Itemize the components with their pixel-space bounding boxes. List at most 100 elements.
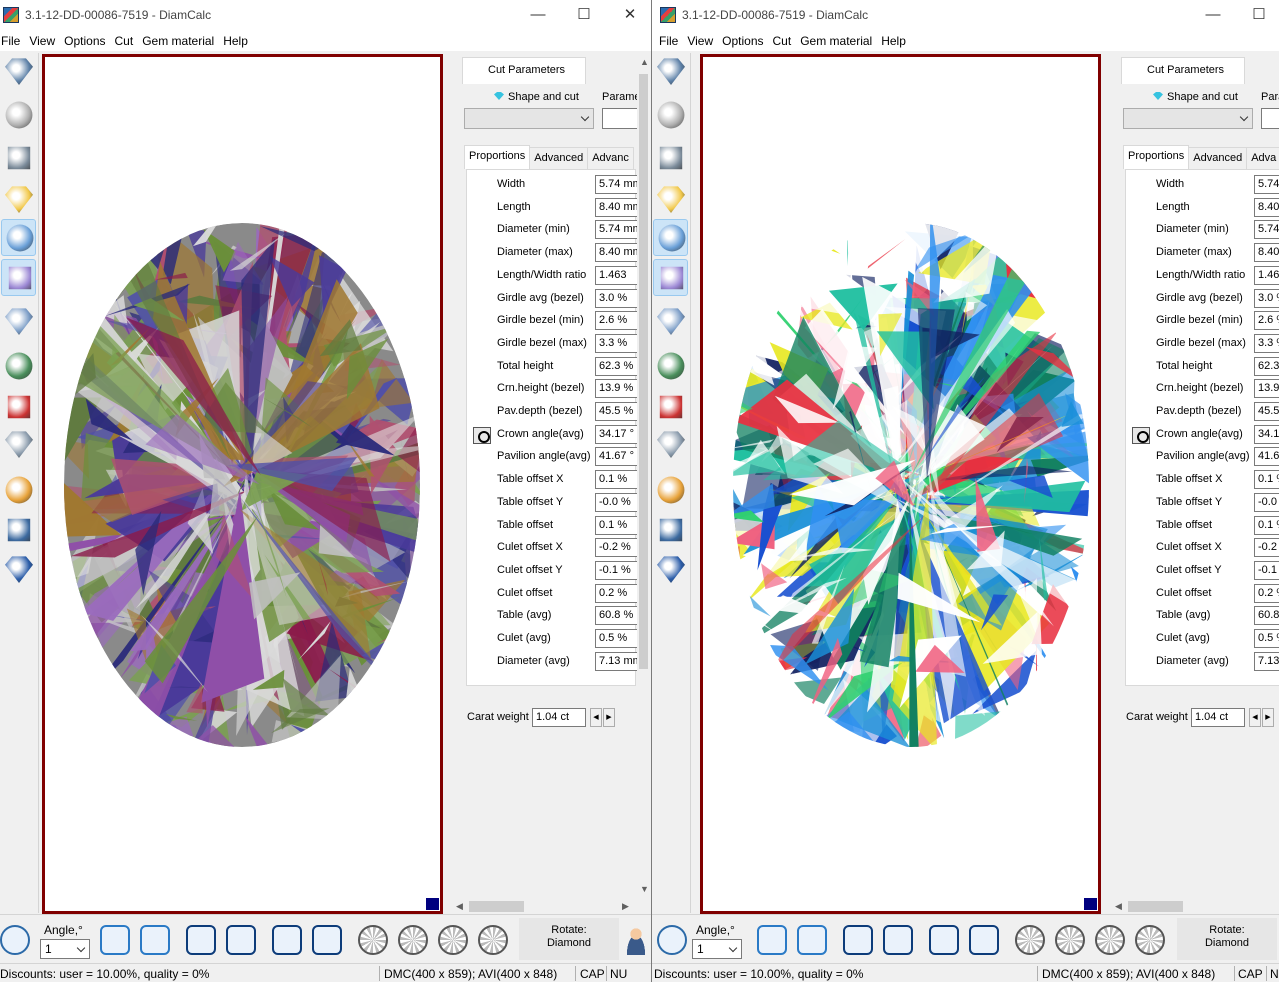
word-document-icon[interactable]	[1, 551, 36, 588]
shape-and-cut-select[interactable]	[1123, 108, 1253, 129]
proportion-value[interactable]: 7.13	[1254, 651, 1279, 671]
diamond-gray-icon[interactable]	[653, 97, 688, 134]
proportion-value[interactable]: 0.1 %	[1254, 515, 1279, 535]
menu-help[interactable]: Help	[879, 34, 913, 48]
angle-select[interactable]: 1	[692, 939, 742, 959]
rotate-ccw-icon[interactable]	[140, 925, 170, 955]
proportion-value[interactable]: -0.0 %	[595, 492, 643, 512]
vertical-scrollbar[interactable]: ▲ ▼	[637, 54, 650, 899]
proportion-value[interactable]: 8.40	[1254, 197, 1279, 217]
video-record-icon[interactable]	[653, 389, 688, 426]
rainbow-prism-icon[interactable]	[1, 259, 36, 296]
proportion-value[interactable]: 41.67	[1254, 447, 1279, 467]
zoom-icon[interactable]	[0, 925, 30, 955]
flip-vertical-icon[interactable]	[186, 925, 216, 955]
menu-file[interactable]: File	[657, 34, 685, 48]
proportion-value[interactable]: 13.9 %	[595, 379, 643, 399]
wireframe-view-icon[interactable]	[478, 925, 508, 955]
scroll-thumb[interactable]	[1128, 901, 1183, 912]
proportion-value[interactable]: 1.463	[595, 265, 643, 285]
open-folder-icon[interactable]	[653, 472, 688, 509]
menu-gem-material[interactable]: Gem material	[140, 34, 221, 48]
carat-spin-right[interactable]: ▶	[603, 708, 615, 727]
minimize-button[interactable]: —	[515, 0, 561, 30]
side-view-icon[interactable]	[398, 925, 428, 955]
flip-vertical-2-icon[interactable]	[226, 925, 256, 955]
carat-weight-field[interactable]: 1.04 ct	[1191, 708, 1245, 727]
rainbow-prism-icon[interactable]	[653, 259, 688, 296]
angle-select[interactable]: 1	[40, 939, 90, 959]
proportion-value[interactable]: 2.6 %	[595, 311, 643, 331]
flip-horizontal-2-icon[interactable]	[312, 925, 342, 955]
user-icon[interactable]	[622, 925, 650, 955]
menu-cut[interactable]: Cut	[771, 34, 799, 48]
proportion-value[interactable]: 0.1 %	[1254, 470, 1279, 490]
parameters-select[interactable]	[602, 108, 642, 129]
light-bulb-icon[interactable]	[653, 181, 688, 218]
diamond-view[interactable]	[42, 54, 443, 914]
bottom-view-icon[interactable]	[438, 925, 468, 955]
menu-options[interactable]: Options	[62, 34, 112, 48]
menu-view[interactable]: View	[27, 34, 62, 48]
word-document-icon[interactable]	[653, 551, 688, 588]
scroll-thumb[interactable]	[469, 901, 524, 912]
proportion-value[interactable]: 34.17 °	[595, 424, 643, 444]
flip-vertical-2-icon[interactable]	[883, 925, 913, 955]
flip-vertical-icon[interactable]	[843, 925, 873, 955]
tab-advanced[interactable]: Advanced	[1188, 147, 1248, 169]
proportion-value[interactable]: 45.5 %	[595, 402, 643, 421]
proportion-value[interactable]: 41.67 °	[595, 447, 643, 467]
paint-bucket-icon[interactable]	[1, 140, 36, 177]
proportion-value[interactable]: 0.1 %	[595, 470, 643, 490]
save-disk-icon[interactable]	[653, 512, 688, 549]
proportion-value[interactable]: 62.3 %	[595, 356, 643, 376]
video-play-icon[interactable]	[653, 348, 688, 385]
lock-icon[interactable]	[473, 426, 491, 444]
horizontal-scrollbar[interactable]: ◀ ▶	[452, 899, 637, 914]
proportion-value[interactable]: 3.3 %	[595, 333, 643, 353]
proportion-value[interactable]: 45.5	[1254, 402, 1279, 421]
rotate-cw-icon[interactable]	[100, 925, 130, 955]
maximize-button[interactable]: ☐	[1236, 0, 1279, 30]
diamond-render-icon[interactable]	[1, 219, 36, 256]
diamond-gray-icon[interactable]	[1, 97, 36, 134]
menu-help[interactable]: Help	[221, 34, 255, 48]
proportion-value[interactable]: 0.2 %	[1254, 583, 1279, 603]
tab-proportions[interactable]: Proportions	[1123, 145, 1190, 169]
proportion-value[interactable]: 0.5 %	[595, 629, 643, 648]
proportion-value[interactable]: 3.0 %	[1254, 288, 1279, 308]
lock-icon[interactable]	[1132, 426, 1150, 444]
tab-proportions[interactable]: Proportions	[464, 145, 531, 169]
proportion-value[interactable]: 8.40	[1254, 243, 1279, 263]
side-view-icon[interactable]	[1055, 925, 1085, 955]
diamond-image-icon[interactable]	[653, 303, 688, 340]
round-top-view-icon[interactable]	[1015, 925, 1045, 955]
proportion-value[interactable]: 1.463	[1254, 265, 1279, 285]
menu-gem-material[interactable]: Gem material	[798, 34, 879, 48]
video-play-icon[interactable]	[1, 348, 36, 385]
proportion-value[interactable]: 5.74 mm	[595, 220, 643, 240]
diamond-image-icon[interactable]	[1, 303, 36, 340]
proportion-value[interactable]: 8.40 mm	[595, 197, 643, 217]
horizontal-scrollbar[interactable]: ◀	[1111, 899, 1279, 914]
diamond-3d-icon[interactable]	[1, 426, 36, 463]
proportion-value[interactable]: 3.0 %	[595, 288, 643, 308]
proportion-value[interactable]: 5.74	[1254, 220, 1279, 240]
diamond-view[interactable]	[700, 54, 1101, 914]
proportion-value[interactable]: 2.6 %	[1254, 311, 1279, 331]
proportion-value[interactable]: 3.3 %	[1254, 333, 1279, 353]
proportion-value[interactable]: 8.40 mm	[595, 243, 643, 263]
video-record-icon[interactable]	[1, 389, 36, 426]
save-disk-icon[interactable]	[1, 512, 36, 549]
shape-and-cut-select[interactable]	[464, 108, 594, 129]
tab-cut-parameters[interactable]: Cut Parameters	[1121, 57, 1245, 84]
open-folder-icon[interactable]	[1, 472, 36, 509]
proportion-value[interactable]: 0.1 %	[595, 515, 643, 535]
proportion-value[interactable]: -0.1 %	[1254, 560, 1279, 580]
flip-horizontal-2-icon[interactable]	[969, 925, 999, 955]
menu-view[interactable]: View	[685, 34, 720, 48]
carat-spin-left[interactable]: ◀	[590, 708, 602, 727]
proportion-value[interactable]: -0.2 %	[1254, 538, 1279, 558]
proportion-value[interactable]: 62.3	[1254, 356, 1279, 376]
tab-cut-parameters[interactable]: Cut Parameters	[462, 57, 586, 84]
